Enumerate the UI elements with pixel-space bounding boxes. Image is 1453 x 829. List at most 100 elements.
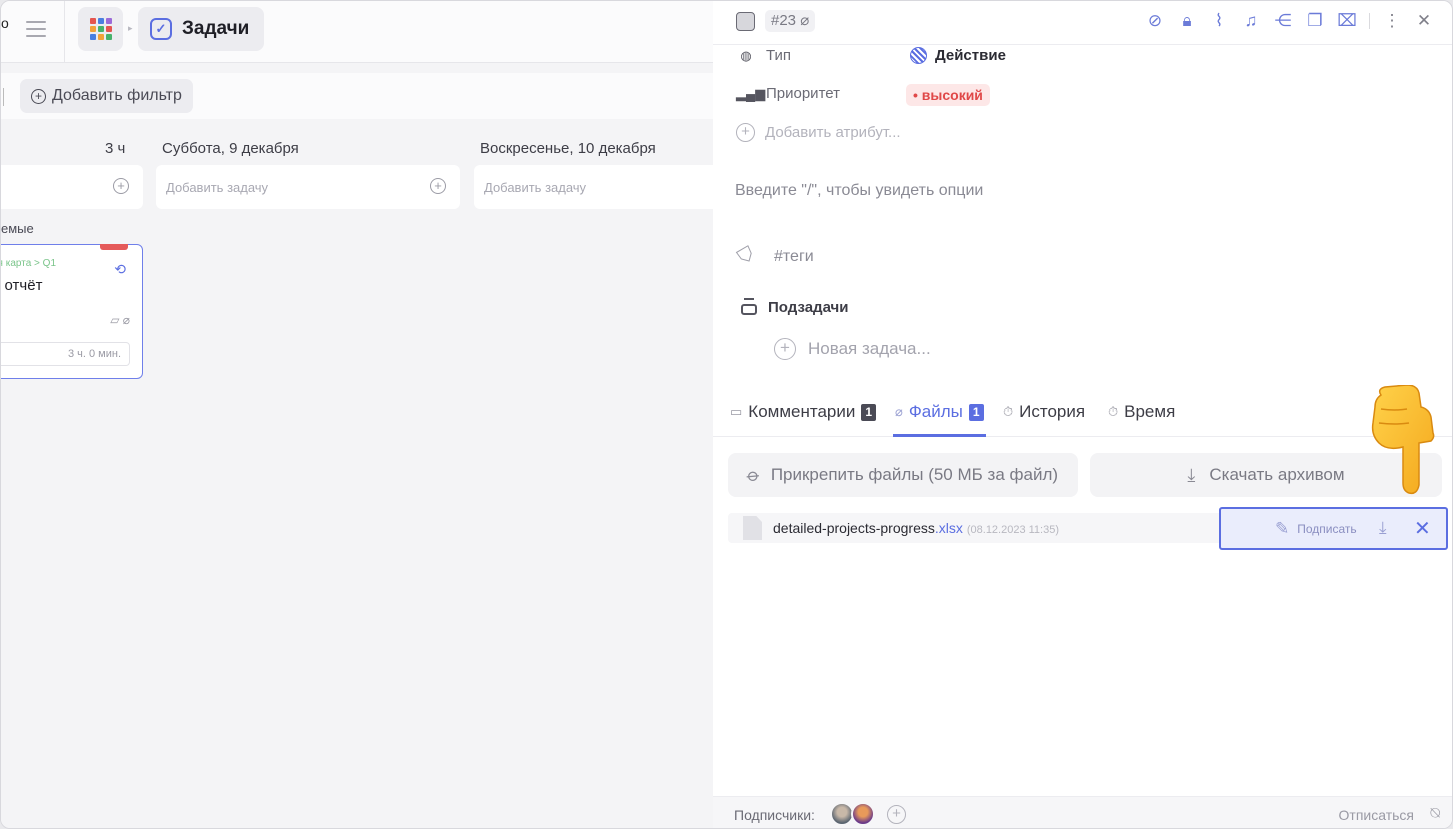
more-icon[interactable]: ⋮ bbox=[1382, 11, 1402, 31]
apps-grid-cell bbox=[105, 34, 112, 40]
apps-grid-icon bbox=[89, 18, 112, 40]
tab-files[interactable]: ⌀ Файлы 1 bbox=[895, 399, 984, 425]
tab-files-badge: 1 bbox=[968, 403, 984, 421]
download-file-icon[interactable]: ⤓ bbox=[1379, 518, 1387, 538]
attr-priority-label: Приоритет bbox=[766, 85, 840, 102]
attach-files-label: Прикрепить файлы (50 МБ за файл) bbox=[770, 465, 1059, 484]
add-task-field[interactable]: Добавить задачу bbox=[474, 165, 734, 209]
comment-icon: ▭ bbox=[730, 404, 743, 419]
comment-attach-icons: ▱ ⌀ bbox=[110, 313, 130, 327]
apps-grid-cell bbox=[89, 18, 96, 24]
check-square-icon: ✓ bbox=[150, 18, 172, 40]
add-task-placeholder: Добавить задачу bbox=[484, 180, 587, 195]
tab-time-label: Время bbox=[1124, 402, 1176, 421]
subscribers-label: Подписчики: bbox=[734, 807, 815, 823]
signal-bars-icon: ▂▄▆ bbox=[736, 85, 766, 101]
task-doc-icon bbox=[736, 12, 755, 31]
eye-off-icon[interactable]: ⊘ bbox=[1145, 11, 1165, 31]
apps-grid-cell bbox=[97, 18, 104, 24]
paperclip-icon: ⌀ bbox=[895, 404, 903, 419]
tab-comments[interactable]: ▭ Комментарии 1 bbox=[730, 399, 877, 425]
attach-files-button[interactable]: ⌀ Прикрепить файлы (50 МБ за файл) bbox=[728, 453, 1078, 497]
copy-icon[interactable]: ❐ bbox=[1305, 11, 1325, 31]
repeat-icon: ⟲ bbox=[114, 261, 126, 277]
link-icon[interactable]: ⌀ bbox=[800, 12, 809, 29]
download-icon: ⤓ bbox=[1187, 464, 1196, 485]
stopwatch-icon: ⏱︎ bbox=[1108, 404, 1119, 419]
add-subscriber-icon[interactable]: + bbox=[887, 805, 906, 824]
tab-history[interactable]: ⏱︎ История bbox=[1003, 399, 1085, 425]
apps-button[interactable] bbox=[78, 7, 123, 51]
column-header-saturday: Суббота, 9 декабря bbox=[162, 140, 299, 157]
tab-time[interactable]: ⏱︎ Время bbox=[1108, 399, 1175, 425]
file-icon bbox=[743, 516, 762, 540]
add-filter-label: Добавить фильтр bbox=[52, 87, 182, 104]
attr-type-value-text: Действие bbox=[935, 47, 1006, 64]
subtasks-header: Подзадачи bbox=[741, 298, 848, 316]
pen-icon: ✎ bbox=[1275, 519, 1290, 538]
apps-grid-cell bbox=[97, 26, 104, 32]
filter-bar: + Добавить фильтр bbox=[1, 73, 713, 119]
new-subtask-button[interactable]: + Новая задача... bbox=[774, 338, 931, 360]
plus-circle-icon: + bbox=[31, 88, 46, 104]
subtasks-icon bbox=[741, 298, 757, 316]
lock-icon[interactable]: 🔒︎ bbox=[1177, 11, 1197, 31]
menu-icon[interactable] bbox=[26, 21, 46, 37]
attr-type-label: Тип bbox=[766, 47, 792, 64]
add-attribute-button[interactable]: + Добавить атрибут... bbox=[736, 123, 901, 142]
bell-off-icon[interactable]: ♫ bbox=[1241, 11, 1261, 31]
board-area: о ▸ ✓ Задачи + Добавить фильтр 3 ч Суббо… bbox=[1, 1, 734, 828]
priority-marker bbox=[100, 244, 128, 250]
bell-off-icon[interactable]: ⍉ bbox=[1430, 805, 1440, 823]
panel-header: #23 ⌀ ⊘ 🔒︎ ⌇ ♫ ⋲ ❐ ⌧ ⋮ ✕ bbox=[713, 1, 1452, 45]
add-task-field[interactable]: Добавить задачу + bbox=[156, 165, 460, 209]
card-title: й отчёт bbox=[1, 277, 43, 294]
filter-settings-icon[interactable] bbox=[3, 88, 9, 106]
description-editor[interactable]: Введите "/", чтобы увидеть опции bbox=[735, 182, 983, 200]
tags-field[interactable]: ⛉ #теги bbox=[734, 243, 814, 270]
close-icon[interactable]: ✕ bbox=[1414, 11, 1434, 31]
type-icon: ◍ bbox=[740, 47, 752, 63]
avatar[interactable] bbox=[851, 802, 875, 826]
stopwatch-icon: ⏱︎ bbox=[1003, 404, 1014, 419]
tag-icon: ⛉ bbox=[734, 242, 759, 270]
paperclip-icon: ⌀ bbox=[743, 463, 765, 486]
file-actions: ✎ Подписать ⤓ ✕ bbox=[1219, 507, 1448, 550]
action-type-icon bbox=[910, 47, 927, 64]
attr-priority: ▂▄▆ Приоритет bbox=[736, 85, 840, 102]
tags-placeholder: #теги bbox=[774, 247, 814, 265]
task-number[interactable]: #23 ⌀ bbox=[765, 10, 816, 32]
plus-circle-icon[interactable]: + bbox=[430, 178, 446, 194]
task-card[interactable]: ая карта > Q1 ⟲ й отчёт ▱ ⌀ 3 ч. 0 мин. bbox=[1, 244, 143, 379]
unsubscribe-link[interactable]: Отписаться bbox=[1339, 807, 1414, 823]
card-path: ая карта > Q1 bbox=[1, 258, 57, 269]
attr-type-value[interactable]: Действие bbox=[910, 47, 1006, 64]
breadcrumb-tasks[interactable]: ✓ Задачи bbox=[138, 7, 264, 51]
add-filter-button[interactable]: + Добавить фильтр bbox=[20, 79, 193, 113]
file-name[interactable]: detailed-projects-progress.xlsx (08.12.20… bbox=[773, 520, 1059, 536]
header-actions: ⊘ 🔒︎ ⌇ ♫ ⋲ ❐ ⌧ ⋮ ✕ bbox=[1145, 11, 1434, 31]
subtasks-label: Подзадачи bbox=[768, 298, 849, 316]
plus-circle-icon[interactable]: + bbox=[113, 178, 129, 194]
priority-badge[interactable]: • высокий bbox=[906, 84, 990, 106]
panel-footer: Подписчики: + Отписаться ⍉ bbox=[713, 796, 1452, 828]
new-subtask-label: Новая задача... bbox=[808, 339, 931, 358]
file-name-base: detailed-projects-progress bbox=[773, 520, 935, 536]
apps-grid-cell bbox=[97, 34, 104, 40]
add-task-placeholder: Добавить задачу bbox=[166, 180, 269, 195]
file-ext: .xlsx bbox=[934, 520, 963, 536]
apps-grid-cell bbox=[105, 18, 112, 24]
add-task-field[interactable]: + bbox=[1, 165, 143, 209]
sign-button[interactable]: ✎ Подписать bbox=[1275, 519, 1357, 539]
section-label: емые bbox=[1, 221, 34, 236]
file-date: (08.12.2023 11:35) bbox=[966, 524, 1060, 536]
delete-file-icon[interactable]: ✕ bbox=[1414, 516, 1431, 541]
column-header-hours: 3 ч bbox=[105, 140, 126, 157]
paperclip-icon[interactable]: ⌇ bbox=[1209, 11, 1229, 31]
download-archive-label: Скачать архивом bbox=[1209, 465, 1345, 484]
trash-icon[interactable]: ⌧ bbox=[1337, 11, 1357, 31]
hierarchy-icon[interactable]: ⋲ bbox=[1273, 11, 1293, 31]
breadcrumb-separator-icon: ▸ bbox=[128, 23, 133, 33]
tab-comments-badge: 1 bbox=[861, 403, 877, 421]
top-bar: о ▸ ✓ Задачи bbox=[1, 1, 713, 63]
